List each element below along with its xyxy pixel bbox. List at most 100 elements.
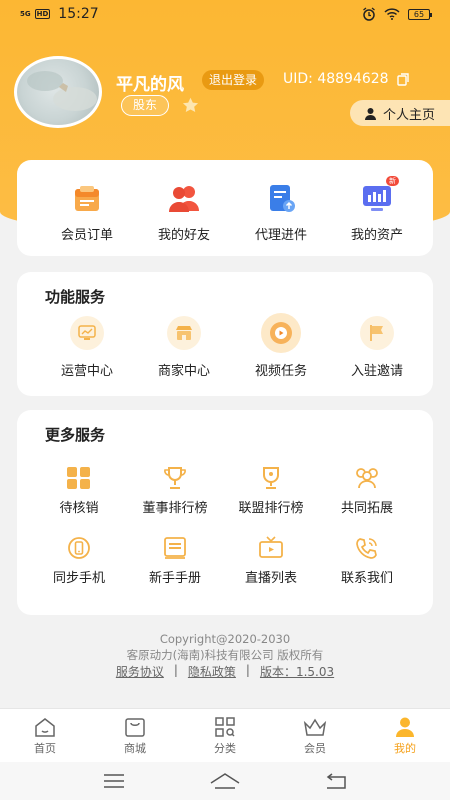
function-label: 入驻邀请 [350,364,403,379]
tab-label: 分类 [214,742,236,755]
footer-separator: | [245,663,250,677]
quick-action-label: 我的资产 [350,228,403,243]
service-label: 联盟排行榜 [238,501,304,516]
quick-action-my-assets[interactable]: 新 我的资产 [325,176,429,243]
home-icon [35,718,55,737]
manual-icon [164,537,186,559]
service-beginner-manual[interactable]: 新手手册 [123,536,227,586]
person-icon [365,107,376,120]
function-video-tasks[interactable]: 视频任务 [229,313,333,379]
copyright-text: Copyright@2020-2030 [159,632,291,646]
privacy-policy-link[interactable]: 隐私政策 [188,663,236,680]
uid-display: UID: 48894628 [283,71,410,87]
tab-label: 我的 [394,742,416,755]
document-upload-icon [270,185,295,212]
more-services-card: 更多服务 待核销 董事排行榜 联盟排行榜 共同拓展 同步手机 新手手册 直播列表… [17,410,433,615]
group-icon [356,468,378,489]
footer-separator: | [173,663,178,677]
service-label: 直播列表 [244,571,297,586]
function-label: 视频任务 [254,364,307,379]
hd-indicator: HD [34,9,51,19]
profile-page-button[interactable]: 个人主页 [350,100,450,126]
assets-chart-icon [363,186,391,211]
service-agreement-link[interactable]: 服务协议 [116,663,164,680]
quick-action-my-friends[interactable]: 我的好友 [132,182,236,243]
tv-live-icon [259,536,283,558]
section-title: 更多服务 [45,426,106,444]
function-label: 运营中心 [60,364,113,379]
category-icon [215,717,235,737]
quick-action-label: 我的好友 [157,228,210,243]
system-nav-bar [0,762,450,800]
username: 平凡的风 [116,75,184,95]
alarm-icon [363,7,375,21]
battery-icon: 65 [408,8,432,20]
function-label: 商家中心 [157,364,210,379]
function-merchant-center[interactable]: 商家中心 [132,316,236,379]
function-join-invitation[interactable]: 入驻邀请 [325,316,429,379]
service-label: 新手手册 [148,571,201,586]
avatar[interactable] [14,56,102,128]
service-label: 董事排行榜 [142,501,208,516]
flag-invite-icon [370,325,383,341]
service-joint-expansion[interactable]: 共同拓展 [315,466,419,516]
back-icon[interactable] [325,773,347,789]
bottom-tab-bar: 首页 商城 分类 会员 我的 [0,708,450,762]
service-sync-phone[interactable]: 同步手机 [27,536,131,586]
role-badge: 股东 [121,95,170,116]
quick-actions-card: 会员订单 我的好友 代理进件 新 我的资产 [17,160,433,256]
quick-action-agent-onboarding[interactable]: 代理进件 [229,182,333,243]
phone-call-icon [356,538,377,559]
profile-page-label: 个人主页 [383,107,436,123]
function-operations-center[interactable]: 运营中心 [35,316,139,379]
wifi-icon [384,8,400,20]
store-icon [176,326,192,340]
tab-home[interactable]: 首页 [0,709,90,762]
quick-action-member-orders[interactable]: 会员订单 [35,182,139,243]
tab-label: 会员 [304,742,326,755]
status-bar: 5G HD 15:27 65 [0,0,450,28]
cup-icon [263,467,279,489]
service-label: 同步手机 [52,571,105,586]
version-text: 版本：1.5.03 [259,665,335,679]
shop-bag-icon [125,718,145,737]
new-badge: 新 [386,176,399,186]
menu-icon[interactable] [103,774,125,788]
service-label: 共同拓展 [340,501,393,516]
star-icon [182,97,199,113]
grid-icon [67,467,90,489]
logout-button[interactable]: 退出登录 [202,70,265,90]
phone-sync-icon [68,537,90,559]
footer-links: 服务协议 | 隐私政策 | 版本：1.5.03 [0,663,450,680]
service-pending-verification[interactable]: 待核销 [27,466,131,516]
tab-label: 商城 [124,742,146,755]
service-label: 待核销 [59,501,99,516]
signal-indicator: 5G [20,9,31,18]
tab-category[interactable]: 分类 [180,709,270,762]
service-contact-us[interactable]: 联系我们 [315,536,419,586]
quick-action-label: 代理进件 [254,228,307,243]
service-director-ranking[interactable]: 董事排行榜 [123,466,227,516]
quick-action-label: 会员订单 [60,228,113,243]
service-alliance-ranking[interactable]: 联盟排行榜 [219,466,323,516]
company-text: 客原动力(海南)科技有限公司 版权所有 [126,648,324,662]
user-icon [396,717,414,737]
operations-icon [78,325,96,340]
service-live-list[interactable]: 直播列表 [219,536,323,586]
service-label: 联系我们 [340,571,393,586]
crown-icon [303,718,327,736]
uid-text: UID: 48894628 [283,71,389,87]
home-nav-icon[interactable] [210,773,240,789]
tab-label: 首页 [34,742,56,755]
section-title: 功能服务 [45,288,106,306]
function-services-card: 功能服务 运营中心 商家中心 视频任务 入驻邀请 [17,272,433,396]
video-play-icon [270,322,292,344]
friends-icon [169,186,199,212]
tab-mall[interactable]: 商城 [90,709,180,762]
trophy-icon [164,467,186,489]
tab-mine[interactable]: 我的 [360,709,450,762]
clipboard-icon [75,186,99,211]
tab-member[interactable]: 会员 [270,709,360,762]
copy-icon[interactable] [396,72,410,86]
status-time: 15:27 [58,6,99,22]
